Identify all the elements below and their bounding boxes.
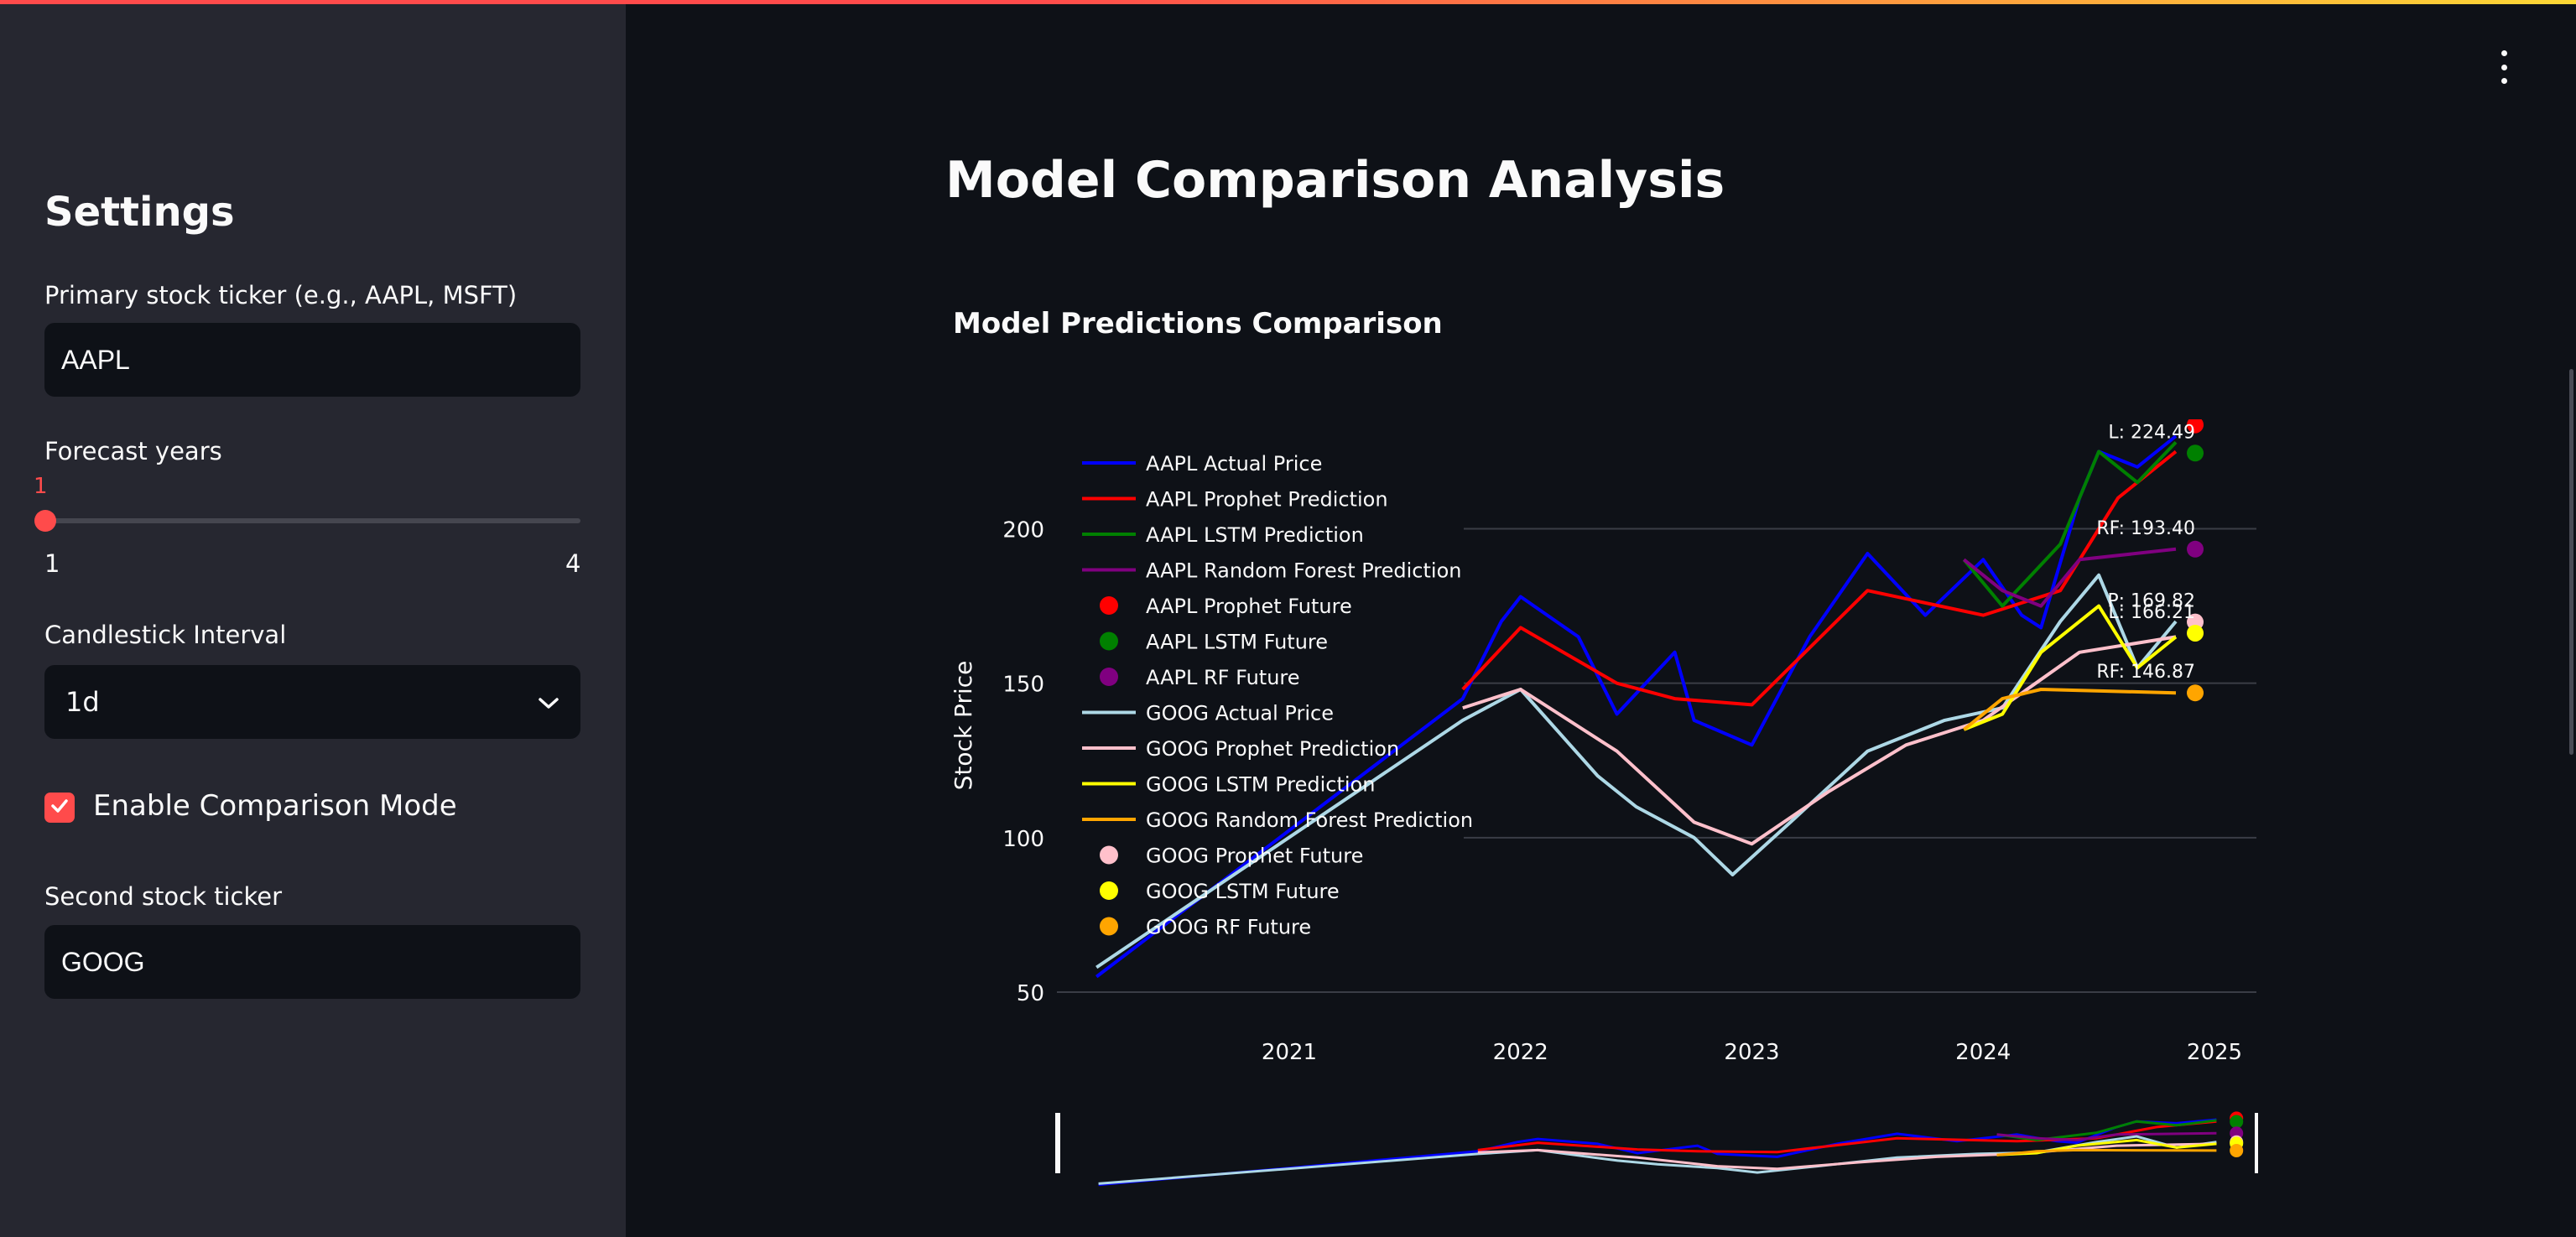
- legend-marker-swatch: [1100, 881, 1118, 900]
- future-marker: [2187, 684, 2204, 702]
- slider-current-value: 1: [34, 474, 48, 499]
- second-ticker-label: Second stock ticker: [44, 882, 283, 911]
- y-tick-label: 200: [1002, 518, 1044, 543]
- chevron-down-icon: [538, 686, 559, 718]
- y-tick-label: 150: [1002, 673, 1044, 698]
- chart-title: Model Predictions Comparison: [953, 307, 1443, 340]
- menu-dot-icon: [2501, 78, 2507, 84]
- legend-marker-swatch: [1100, 668, 1118, 686]
- menu-dot-icon: [2501, 64, 2507, 70]
- forecast-years-slider-track[interactable]: [44, 518, 580, 523]
- legend-entry-label: GOOG Random Forest Prediction: [1146, 808, 1473, 832]
- menu-dot-icon: [2501, 50, 2507, 56]
- y-axis-ticks: 50 100 150 200: [1002, 518, 1044, 1007]
- legend-entry-label: GOOG RF Future: [1146, 916, 1311, 939]
- legend-entry-label: AAPL Prophet Future: [1146, 595, 1352, 618]
- legend-entry-label: AAPL Random Forest Prediction: [1146, 559, 1461, 583]
- primary-ticker-input[interactable]: [44, 323, 580, 397]
- future-marker-label: RF: 146.87: [2096, 662, 2195, 683]
- x-tick-label: 2022: [1493, 1040, 1548, 1065]
- future-marker: [2187, 624, 2204, 642]
- chart-legend[interactable]: AAPL Actual Price AAPL Prophet Prediction…: [1082, 452, 1473, 939]
- legend-marker-swatch: [1100, 596, 1118, 615]
- sidebar: Settings Primary stock ticker (e.g., AAP…: [0, 4, 626, 1237]
- x-tick-label: 2023: [1724, 1040, 1779, 1065]
- forecast-years-slider-thumb[interactable]: [34, 510, 56, 532]
- model-comparison-chart[interactable]: 50 100 150 200 2021 2022 2023 2024 2025 Stock P…: [939, 419, 2282, 1199]
- legend-entry-label: AAPL LSTM Prediction: [1146, 523, 1364, 547]
- legend-entry-label: GOOG LSTM Prediction: [1146, 773, 1375, 797]
- legend-marker-swatch: [1100, 631, 1118, 651]
- x-axis-ticks: 2021 2022 2023 2024 2025: [1262, 1040, 2242, 1065]
- x-tick-label: 2024: [1955, 1040, 2011, 1065]
- comparison-mode-checkbox[interactable]: [44, 793, 75, 823]
- range-slider-right-handle: [2255, 1113, 2258, 1173]
- future-marker-label: L: 166.21: [2108, 602, 2195, 623]
- page-title: Model Comparison Analysis: [945, 151, 1725, 210]
- legend-entry-label: GOOG Actual Price: [1146, 702, 1334, 725]
- sidebar-title: Settings: [44, 189, 235, 236]
- x-tick-label: 2025: [2187, 1040, 2242, 1065]
- x-tick-label: 2021: [1262, 1040, 1317, 1065]
- page-scrollbar[interactable]: [2569, 369, 2573, 755]
- range-slider-marker: [2230, 1143, 2244, 1157]
- y-tick-label: 50: [1017, 981, 1044, 1006]
- legend-entry-label: GOOG Prophet Prediction: [1146, 737, 1399, 761]
- checkmark-icon: [49, 796, 70, 819]
- slider-min-label: 1: [44, 549, 60, 578]
- select-value: 1d: [65, 686, 100, 718]
- series-line: [1461, 450, 2178, 707]
- future-marker-label: RF: 193.40: [2096, 518, 2195, 539]
- forecast-years-label: Forecast years: [44, 437, 222, 465]
- legend-entry-label: AAPL RF Future: [1146, 666, 1300, 689]
- future-marker: [2187, 444, 2204, 462]
- y-axis-label: Stock Price: [950, 661, 977, 791]
- range-slider-left-handle: [1055, 1113, 1060, 1173]
- legend-entry-label: AAPL LSTM Future: [1146, 631, 1328, 654]
- legend-marker-swatch: [1100, 917, 1118, 936]
- primary-ticker-label: Primary stock ticker (e.g., AAPL, MSFT): [44, 281, 518, 309]
- second-ticker-input[interactable]: [44, 925, 580, 999]
- comparison-mode-label: Enable Comparison Mode: [93, 789, 457, 823]
- series-line: [1462, 635, 2177, 846]
- candlestick-interval-select[interactable]: 1d: [44, 665, 580, 739]
- legend-entry-label: AAPL Prophet Prediction: [1146, 488, 1388, 512]
- range-slider[interactable]: [1055, 1111, 2258, 1187]
- legend-entry-label: GOOG Prophet Future: [1146, 845, 1363, 868]
- legend-marker-swatch: [1100, 845, 1118, 865]
- main-menu-button[interactable]: [2491, 50, 2516, 84]
- legend-entry-label: AAPL Actual Price: [1146, 452, 1322, 476]
- future-marker-label: L: 224.49: [2108, 422, 2195, 443]
- candlestick-interval-label: Candlestick Interval: [44, 621, 287, 649]
- y-tick-label: 100: [1002, 827, 1044, 852]
- legend-entry-label: GOOG LSTM Future: [1146, 880, 1340, 903]
- future-marker: [2187, 540, 2204, 558]
- range-slider-marker: [2230, 1115, 2244, 1129]
- slider-max-label: 4: [565, 549, 581, 578]
